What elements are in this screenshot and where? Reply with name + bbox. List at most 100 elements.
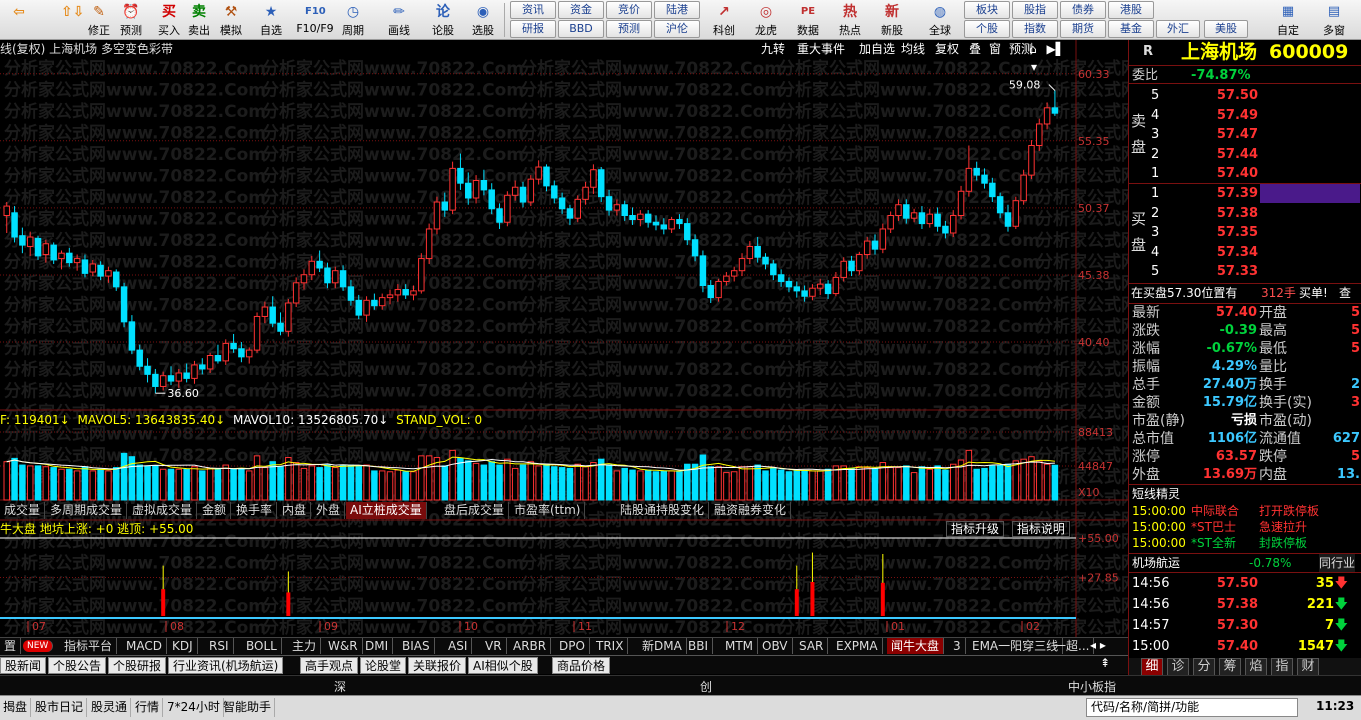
candle-body[interactable] [824,283,832,295]
chevron-down-icon[interactable]: ▾ [1031,60,1037,74]
status-link-2[interactable]: 股灵通 [88,698,132,717]
quote-tab-2[interactable]: 分 [1193,658,1215,676]
news-item[interactable]: 15:00:00 *ST巴士 急速拉升 [1129,519,1361,535]
candle-body[interactable] [621,204,628,217]
sell-level-row[interactable]: 4 57.49 [1129,106,1361,125]
toolbar-button-7[interactable]: ★ 自选 [256,1,286,39]
bottom-tab-8[interactable]: W&R [324,638,363,654]
index-zhongxiao[interactable]: 中小板指 [1068,678,1116,695]
candle-body[interactable] [527,178,535,203]
bottom-tab-4[interactable]: KDJ [168,638,198,654]
candle-body[interactable] [120,286,128,323]
candle-body[interactable] [402,289,409,296]
candle-body[interactable] [3,205,10,216]
toolbar-grid-bottom-1[interactable]: BBD [558,20,604,38]
candle-body[interactable] [449,167,456,211]
chart-top-button-5[interactable]: 叠 [966,40,984,58]
candle-body[interactable] [934,213,941,227]
candle-body[interactable] [504,194,511,223]
toolbar-grid-bottom-2[interactable]: 预测 [606,20,652,38]
sell-level-row[interactable]: 3 57.47 [1129,125,1361,144]
candle-body[interactable] [394,289,402,296]
tab-scroll-arrows[interactable]: ◂ ▸ [1090,638,1106,652]
quote-tab-5[interactable]: 指 [1271,658,1293,676]
candle-body[interactable] [973,167,980,176]
bottom-tab-20[interactable]: SAR [795,638,829,654]
candle-body[interactable] [965,167,973,192]
candle-body[interactable] [715,280,722,299]
bottom-tab-12[interactable]: VR [481,638,507,654]
candle-body[interactable] [785,280,793,288]
toolbar2-button-2[interactable]: PE 数据 [790,1,826,39]
toolbar-button-8[interactable]: F10 F10/F9 [294,1,336,39]
candle-body[interactable] [707,285,714,299]
candle-body[interactable] [605,196,613,211]
quote-tab-3[interactable]: 筹 [1219,658,1241,676]
status-link-5[interactable]: 智能助手 [220,698,276,717]
candle-body[interactable] [347,286,355,301]
candle-body[interactable] [684,223,691,241]
candle-body[interactable] [457,167,464,184]
toolbar-grid2-top-2[interactable]: 债券 [1060,1,1106,19]
candle-body[interactable] [73,258,81,264]
toolbar2-button-3[interactable]: 热热点 [832,1,868,39]
toolbar-button-1[interactable]: ⇧⇩ [56,1,86,39]
indicator-tab-11[interactable]: 融资融券变化 [710,502,792,519]
candle-body[interactable] [105,270,112,277]
candle-body[interactable] [777,274,785,282]
chart-top-button-6[interactable]: 窗 [986,40,1004,58]
chart-top-button-1[interactable]: 重大事件 [794,40,848,58]
chart-top-button-3[interactable]: 均线 [898,40,928,58]
candle-body[interactable] [637,213,644,221]
lock-icon[interactable]: ⌂ [1029,42,1037,56]
news-link-6[interactable]: 关联报价 [408,657,467,674]
candle-body[interactable] [113,271,120,288]
toolbar2-button-1[interactable]: ◎ 龙虎 [748,1,784,39]
candle-body[interactable] [480,180,488,191]
candle-body[interactable] [285,302,292,332]
candle-body[interactable] [1004,212,1012,227]
candle-body[interactable] [566,208,574,219]
toolbar-button-11[interactable]: 论论股 [428,1,458,39]
candle-body[interactable] [89,263,97,273]
candle-body[interactable] [144,365,151,375]
candle-body[interactable] [19,235,26,246]
toolbar-grid2-bottom-1[interactable]: 指数 [1012,20,1058,38]
bottom-tab-5[interactable]: RSI [205,638,234,654]
buy-level-row[interactable]: 3 57.35 [1129,223,1361,242]
candle-body[interactable] [488,189,495,210]
candle-body[interactable] [441,201,449,211]
bottom-tab-2[interactable]: 指标平台 [60,638,118,654]
chart-top-button-4[interactable]: 复权 [932,40,962,58]
quote-tab-6[interactable]: 财 [1297,658,1319,676]
candle-body[interactable] [989,182,996,198]
toolbar-grid2-top-3[interactable]: 港股 [1108,1,1154,19]
candle-body[interactable] [597,169,605,198]
toolbar-grid2-bottom-2[interactable]: 期货 [1060,20,1106,38]
news-link-2[interactable]: 个股研报 [108,657,167,674]
toolbar-right-0[interactable]: ▦ 自定 [1268,1,1308,39]
candle-body[interactable] [371,299,378,307]
indicator-tab-8[interactable]: 盘后成交量 [440,502,510,519]
candle-body[interactable] [425,228,433,260]
candle-body[interactable] [652,221,660,226]
candle-body[interactable] [856,254,863,272]
index-shen[interactable]: 深 [334,678,346,695]
candle-body[interactable] [738,258,746,272]
candle-body[interactable] [26,236,34,247]
status-link-4[interactable]: 7*24小时 [164,698,224,717]
candle-body[interactable] [1051,107,1059,114]
candle-body[interactable] [363,299,370,316]
candle-body[interactable] [762,256,769,265]
candle-body[interactable] [644,213,652,223]
candle-body[interactable] [136,349,143,367]
bottom-tab-6[interactable]: BOLL [242,638,282,654]
candle-body[interactable] [1028,145,1035,176]
candle-body[interactable] [730,270,738,277]
search-input[interactable]: 代码/名称/简拼/功能 [1086,698,1298,717]
bottom-tab-22[interactable]: 闻牛大盘 [887,638,945,654]
candle-body[interactable] [50,244,57,261]
candle-body[interactable] [308,260,316,276]
candle-body[interactable] [175,372,183,382]
candle-body[interactable] [386,294,394,299]
